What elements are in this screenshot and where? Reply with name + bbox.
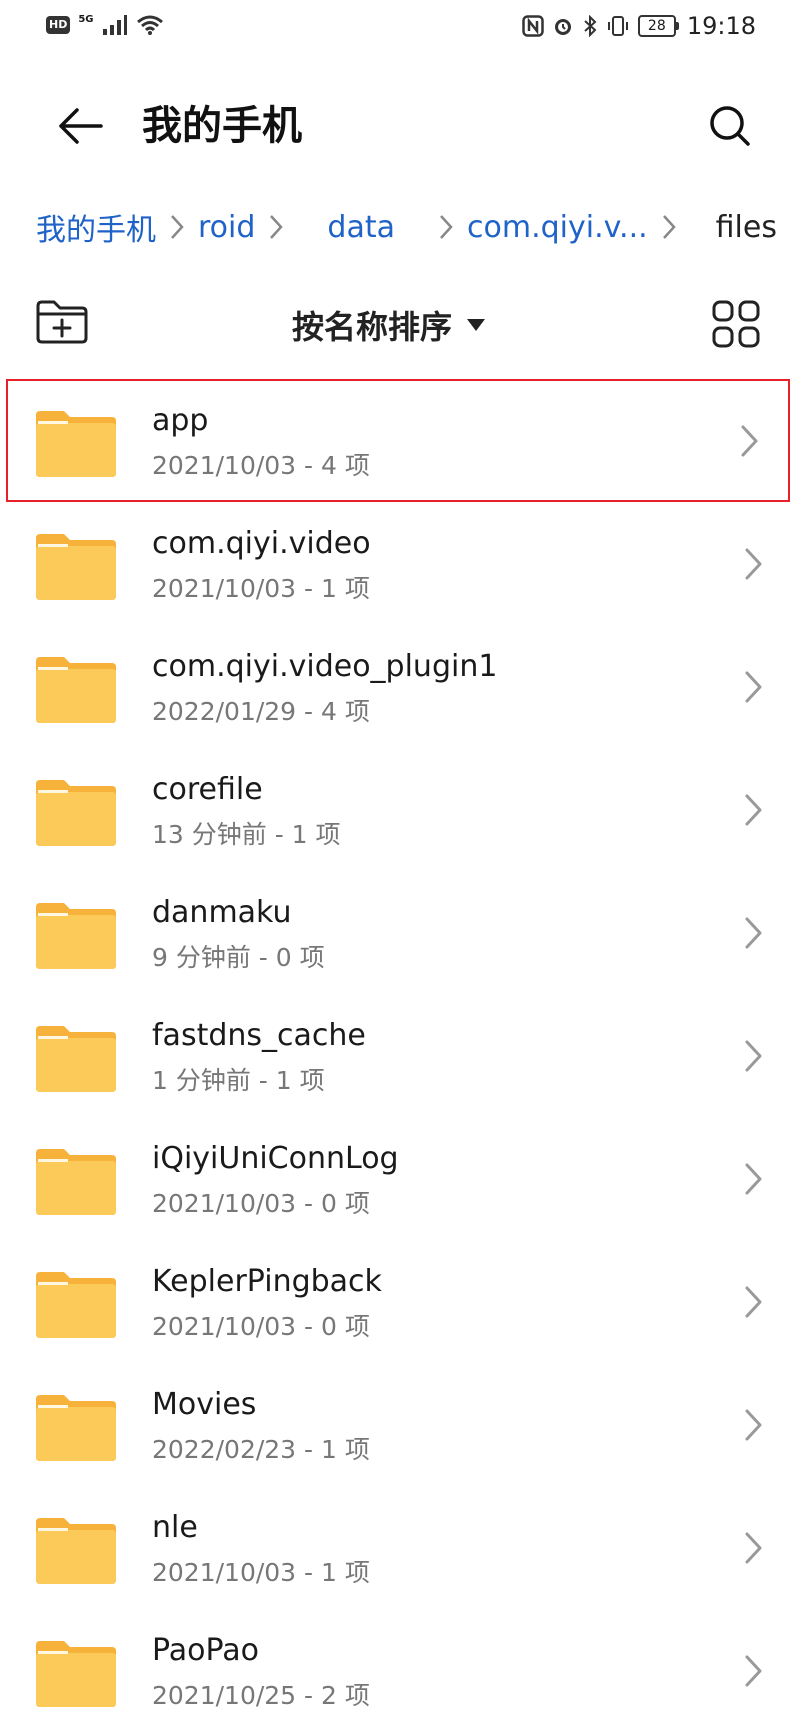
bluetooth-icon [584,15,597,37]
new-folder-button[interactable] [34,298,90,348]
breadcrumb-item-roid[interactable]: roid [198,210,255,245]
status-time: 19:18 [686,12,756,40]
chevron-right-icon [745,671,762,703]
list-item-nle[interactable]: nle 2021/10/03 - 1 项 [0,1486,800,1609]
file-meta: 2021/10/03 - 0 项 [152,1312,370,1341]
file-name: app [152,403,209,438]
battery-level: 28 [637,15,676,37]
search-button[interactable] [700,96,760,156]
chevron-right-icon [439,214,453,240]
chevron-right-icon [170,214,184,240]
list-item-keplerpingback[interactable]: KeplerPingback 2021/10/03 - 0 项 [0,1240,800,1363]
breadcrumb-item-my-phone[interactable]: 我的手机 [36,205,156,249]
folder-icon [36,1395,116,1461]
arrow-left-icon [59,108,103,144]
folder-icon [36,903,116,969]
toolbar: 按名称排序 [0,290,800,360]
list-item-fastdns-cache[interactable]: fastdns_cache 1 分钟前 - 1 项 [0,994,800,1117]
nfc-icon [522,15,544,37]
folder-icon [36,1149,116,1215]
chevron-right-icon [745,1040,762,1072]
file-name: corefile [152,772,263,807]
folder-icon [36,1026,116,1092]
list-item-app[interactable]: app 2021/10/03 - 4 项 [6,379,790,502]
signal-icon [102,15,127,35]
alarm-icon [554,19,571,35]
chevron-right-icon [745,794,762,826]
folder-icon [36,657,116,723]
folder-icon [36,1272,116,1338]
folder-icon [36,780,116,846]
chevron-right-icon [745,1532,762,1564]
file-meta: 13 分钟前 - 1 项 [152,820,341,849]
folder-icon [36,411,116,477]
chevron-right-icon [745,1163,762,1195]
list-item-com-qiyi-video-plugin1[interactable]: com.qiyi.video_plugin1 2022/01/29 - 4 项 [0,625,800,748]
file-meta: 2021/10/03 - 1 项 [152,1558,370,1587]
chevron-right-icon [269,214,284,240]
status-bar: HD 5G 28 19:18 [0,0,800,60]
list-item-movies[interactable]: Movies 2022/02/23 - 1 项 [0,1363,800,1486]
grid-view-icon [712,300,760,348]
sort-button[interactable]: 按名称排序 [292,302,486,348]
title-bar: 我的手机 [0,70,800,180]
network-type: 5G [78,13,94,25]
file-name: com.qiyi.video_plugin1 [152,649,498,684]
file-meta: 2022/02/23 - 1 项 [152,1435,370,1464]
file-meta: 9 分钟前 - 0 项 [152,943,325,972]
chevron-right-icon [745,1286,762,1318]
vibrate-icon [607,16,628,36]
file-meta: 2021/10/03 - 1 项 [152,574,370,603]
breadcrumb-item-files: files [715,209,777,245]
sort-label: 按名称排序 [292,308,453,346]
file-name: com.qiyi.video [152,526,371,561]
file-name: danmaku [152,895,292,930]
file-list: app 2021/10/03 - 4 项 com.qiyi.video 2021… [0,379,800,1732]
battery-tip [675,22,679,30]
search-icon [710,106,750,146]
chevron-right-icon [745,917,762,949]
list-item-iqiyiuniconnlog[interactable]: iQiyiUniConnLog 2021/10/03 - 0 项 [0,1117,800,1240]
status-left: HD 5G [46,14,164,36]
file-meta: 2021/10/03 - 4 项 [152,451,370,480]
wifi-icon [136,15,163,35]
chevron-right-icon [662,214,676,240]
status-right: 28 19:18 [522,12,756,40]
file-name: iQiyiUniConnLog [152,1141,399,1176]
hd-badge: HD [46,16,71,34]
breadcrumb-item-package[interactable]: com.qiyi.v... [467,210,648,245]
view-toggle-button[interactable] [710,298,762,350]
file-name: PaoPao [152,1633,259,1668]
file-meta: 2021/10/03 - 0 项 [152,1189,370,1218]
chevron-right-icon [745,1655,762,1687]
chevron-right-icon [741,425,758,457]
file-name: KeplerPingback [152,1264,382,1299]
file-meta: 2022/01/29 - 4 项 [152,697,370,726]
list-item-paopao[interactable]: PaoPao 2021/10/25 - 2 项 [0,1609,800,1732]
file-name: fastdns_cache [152,1018,366,1053]
breadcrumb-item-data[interactable]: data [327,210,395,245]
page-title: 我的手机 [142,103,302,149]
folder-plus-icon [36,300,88,344]
file-meta: 2021/10/25 - 2 项 [152,1681,370,1710]
folder-icon [36,534,116,600]
chevron-right-icon [745,1409,762,1441]
breadcrumb: 我的手机 roid data com.qiyi.v... files [36,200,777,254]
list-item-danmaku[interactable]: danmaku 9 分钟前 - 0 项 [0,871,800,994]
battery-indicator: 28 [637,15,679,37]
chevron-right-icon [745,548,762,580]
list-item-com-qiyi-video[interactable]: com.qiyi.video 2021/10/03 - 1 项 [0,502,800,625]
file-name: Movies [152,1387,257,1422]
back-button[interactable] [50,96,110,156]
file-meta: 1 分钟前 - 1 项 [152,1066,325,1095]
folder-icon [36,1518,116,1584]
file-name: nle [152,1510,198,1545]
list-item-corefile[interactable]: corefile 13 分钟前 - 1 项 [0,748,800,871]
folder-icon [36,1641,116,1707]
caret-down-icon [467,319,486,331]
